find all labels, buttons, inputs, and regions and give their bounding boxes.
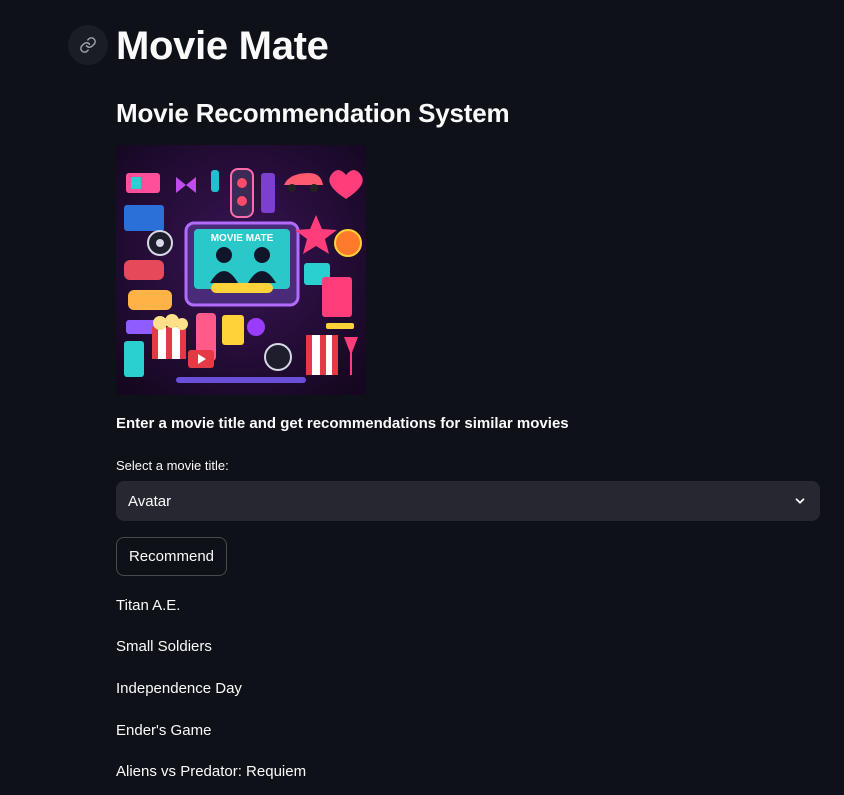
recommend-button[interactable]: Recommend [116, 537, 227, 576]
link-icon[interactable] [68, 25, 108, 65]
app-page: Movie Mate Movie Recommendation System M… [0, 0, 844, 795]
select-label: Select a movie title: [116, 458, 229, 473]
banner-text: MOVIE MATE [211, 233, 274, 244]
instruction-text: Enter a movie title and get recommendati… [116, 415, 569, 432]
recommendation-item: Titan A.E. [116, 597, 181, 614]
select-value: Avatar [128, 492, 172, 510]
page-title: Movie Mate [116, 24, 329, 68]
recommendation-item: Ender's Game [116, 722, 212, 739]
chevron-down-icon [792, 493, 808, 509]
recommendation-item: Aliens vs Predator: Requiem [116, 763, 307, 780]
recommendation-item: Independence Day [116, 680, 242, 697]
movie-title-select[interactable]: Avatar [116, 481, 820, 521]
movie-mate-illustration: MOVIE MATE [116, 145, 366, 395]
recommendation-item: Small Soldiers [116, 638, 212, 655]
page-subtitle: Movie Recommendation System [116, 98, 510, 128]
